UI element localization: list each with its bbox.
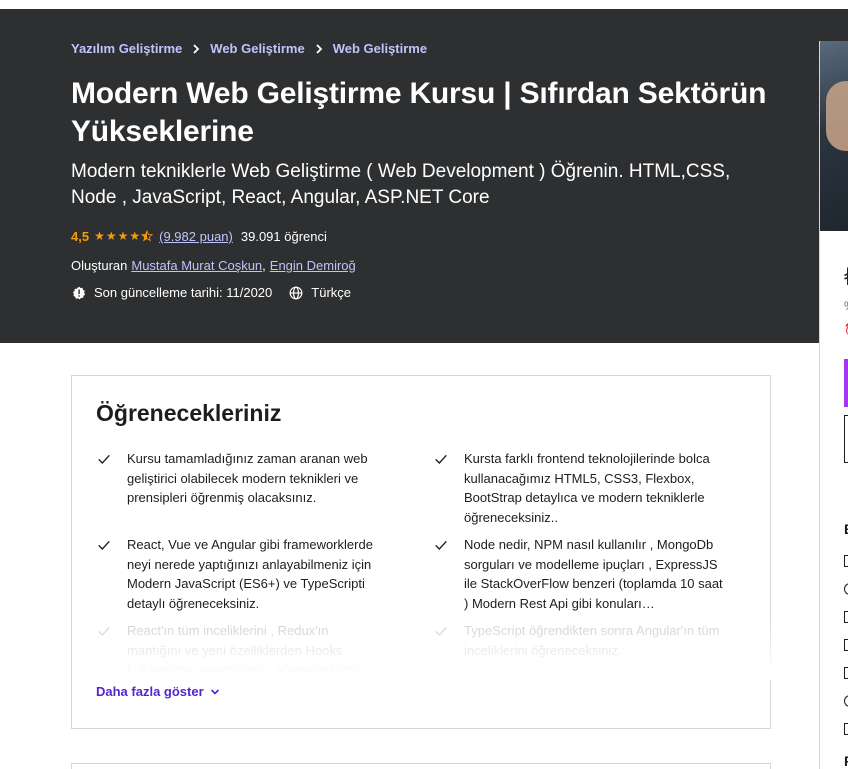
share-fragment: F: [844, 753, 848, 769]
star-icon: ★: [129, 228, 141, 243]
breadcrumb: Yazılım Geliştirme Web Geliştirme Web Ge…: [71, 41, 427, 56]
instructor-link[interactable]: Engin Demiroğ: [270, 258, 356, 273]
document-icon: [844, 583, 848, 595]
mobile-icon: [844, 639, 848, 651]
top-strip: [0, 0, 848, 9]
rating-stars: ★ ★ ★ ★: [94, 228, 154, 244]
star-icon: ★: [105, 228, 117, 243]
course-header: Yazılım Geliştirme Web Geliştirme Web Ge…: [0, 9, 848, 343]
what-you-will-learn: Öğrenecekleriniz Kursu tamamladığınız za…: [71, 375, 771, 729]
language: Türkçe: [288, 285, 351, 300]
globe-icon: [288, 285, 303, 300]
student-count: 39.091 öğrenci: [240, 229, 327, 244]
trophy-icon: [844, 723, 848, 735]
star-icon: ★: [117, 228, 129, 243]
check-icon: [98, 454, 110, 464]
course-subtitle: Modern tekniklerle Web Geliştirme ( Web …: [71, 161, 731, 208]
course-preview-image[interactable]: [820, 41, 848, 231]
next-section-box: [71, 763, 771, 769]
learn-item: React'ın tüm inceliklerini , Redux'ın ma…: [96, 621, 386, 677]
breadcrumb-item[interactable]: Yazılım Geliştirme: [71, 41, 182, 56]
check-icon: [435, 626, 447, 636]
timer-fragment: ⏰: [844, 323, 848, 337]
rating-value: 4,5: [71, 229, 90, 244]
learn-item-text: Node nedir, NPM nasıl kullanılır , Mongo…: [464, 537, 723, 611]
language-text: Türkçe: [311, 285, 352, 300]
learn-item: React, Vue ve Angular gibi frameworklerd…: [96, 535, 386, 613]
learn-item: TypeScript öğrendikten sonra Angular'ın …: [433, 621, 723, 660]
rating-count-link[interactable]: (9.982 puan): [159, 229, 233, 244]
instructor-link[interactable]: Mustafa Murat Coşkun: [131, 258, 262, 273]
check-icon: [435, 454, 447, 464]
created-by-label: Oluşturan: [71, 258, 128, 273]
learn-item: Kursu tamamladığınız zaman aranan web ge…: [96, 449, 386, 508]
learn-item-text: React'ın tüm inceliklerini , Redux'ın ma…: [127, 623, 366, 677]
rating-row: 4,5 ★ ★ ★ ★ (9.982 puan) 39.091 öğrenci: [71, 229, 327, 244]
last-updated-text: Son güncelleme tarihi: 11/2020: [94, 285, 273, 300]
chevron-down-icon: [210, 688, 220, 696]
learn-item: Kursta farklı frontend teknolojilerinde …: [433, 449, 723, 527]
purchase-card: ₺ % ⏰ B F: [819, 41, 848, 769]
learn-title: Öğrenecekleriniz: [96, 400, 282, 426]
includes-heading-fragment: B: [844, 521, 848, 537]
breadcrumb-item[interactable]: Web Geliştirme: [210, 41, 304, 56]
price-fragment: ₺: [844, 263, 848, 292]
show-more-label: Daha fazla göster: [96, 684, 204, 699]
check-icon: [98, 626, 110, 636]
creators-row: Oluşturan Mustafa Murat Coşkun , Engin D…: [71, 258, 356, 273]
show-more-button[interactable]: Daha fazla göster: [96, 684, 220, 699]
learn-item-text: Kursta farklı frontend teknolojilerinde …: [464, 451, 710, 525]
learn-item-text: React, Vue ve Angular gibi frameworklerd…: [127, 537, 373, 611]
half-star-icon: [141, 229, 154, 244]
last-updated: Son güncelleme tarihi: 11/2020: [71, 285, 272, 300]
buy-now-button[interactable]: [844, 415, 848, 463]
chevron-right-icon: [192, 43, 200, 54]
check-icon: [98, 540, 110, 550]
learn-item-text: TypeScript öğrendikten sonra Angular'ın …: [464, 623, 720, 658]
instructor-photo: [826, 81, 848, 151]
instructor-separator: ,: [262, 258, 266, 273]
check-icon: [435, 540, 447, 550]
discount-fragment: %: [844, 299, 848, 313]
alert-badge-icon: [71, 285, 86, 300]
learn-item: Node nedir, NPM nasıl kullanılır , Mongo…: [433, 535, 723, 613]
download-icon: [844, 611, 848, 623]
chevron-right-icon: [315, 43, 323, 54]
meta-row: Son güncelleme tarihi: 11/2020 Türkçe: [71, 285, 367, 300]
learn-item-text: Kursu tamamladığınız zaman aranan web ge…: [127, 451, 368, 505]
course-title: Modern Web Geliştirme Kursu | Sıfırdan S…: [71, 77, 767, 148]
access-icon: [844, 667, 848, 679]
certificate-icon: [844, 695, 848, 707]
breadcrumb-item[interactable]: Web Geliştirme: [333, 41, 427, 56]
video-icon: [844, 555, 848, 567]
add-to-cart-button[interactable]: [844, 359, 848, 407]
star-icon: ★: [94, 228, 105, 243]
